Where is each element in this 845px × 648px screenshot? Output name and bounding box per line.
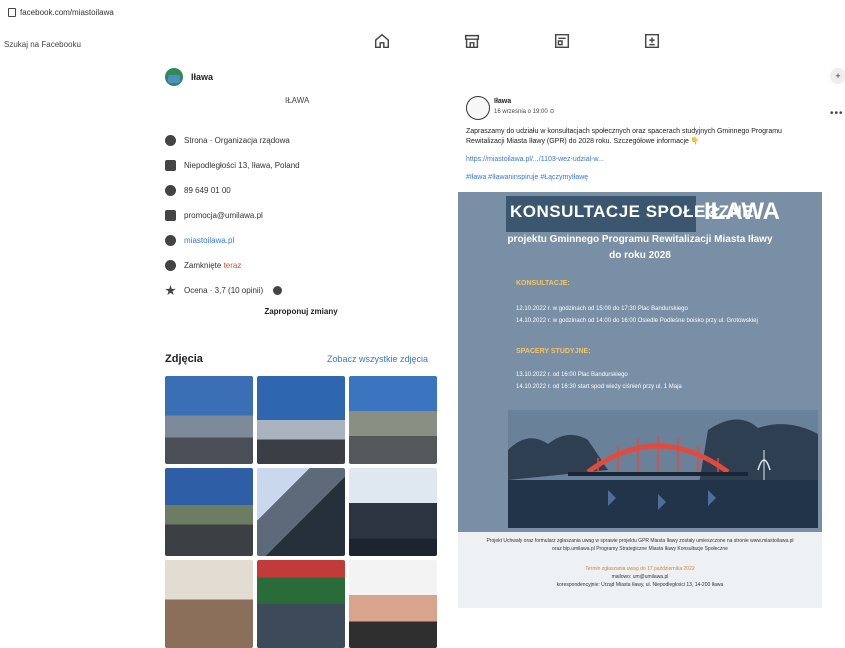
nav-pages[interactable] [552, 32, 572, 50]
nav-home[interactable] [372, 32, 392, 50]
photos-title: Zdjęcia [165, 353, 203, 365]
help-icon[interactable] [273, 286, 283, 295]
phone-icon [165, 185, 176, 196]
globe-icon [165, 235, 176, 246]
post-avatar[interactable] [466, 96, 490, 120]
info-category: Strona · Organizacja rządowa [165, 128, 445, 153]
clock-icon [165, 260, 176, 271]
gaming-icon [644, 33, 660, 49]
nav-marketplace[interactable] [462, 32, 482, 50]
info-icon [165, 135, 176, 146]
poster-line: 12.10.2022 r. w godzinach od 15:00 do 17… [516, 306, 688, 312]
top-nav [372, 32, 662, 50]
info-hours[interactable]: Zamknięte teraz [165, 253, 445, 278]
see-all-photos-link[interactable]: Zobacz wszystkie zdjęcia [327, 354, 428, 364]
poster-city: IŁAWA [704, 198, 780, 225]
poster-contact: korespondencyjnie: Urząd Miasta Iławy, u… [556, 582, 724, 588]
page-subtitle: IŁAWA [285, 96, 310, 105]
poster-line: 14.10.2022 r. od 16:30 start spod wieży … [516, 384, 682, 390]
page-name[interactable]: Iława [191, 72, 213, 82]
suggest-edits-button[interactable]: Zaproponuj zmiany [165, 300, 437, 324]
photo-grid [165, 376, 437, 648]
marketplace-icon [464, 34, 480, 49]
poster-footer: Projekt Uchwały oraz formularz zgłaszani… [458, 532, 822, 608]
poster-line: 13.10.2022 r. od 16:00 Plac Bandurskiego [516, 372, 628, 378]
address-bar[interactable]: facebook.com/miastoilawa [8, 8, 114, 17]
home-icon [374, 33, 390, 49]
photo-thumbnail[interactable] [349, 560, 437, 648]
info-address[interactable]: Niepodległości 13, Iława, Poland [165, 153, 445, 178]
url-text: facebook.com/miastoilawa [20, 8, 114, 17]
poster-line: 14.10.2022 r. w godzinach od 14:00 do 16… [516, 318, 758, 324]
plus-icon[interactable]: + [830, 68, 845, 84]
post-hashtags[interactable]: #Iława #Iławaninspiruje #ŁączymyIławę [466, 174, 588, 181]
photo-thumbnail[interactable] [349, 468, 437, 556]
poster-contact: mailowo: um@umilawa.pl [611, 574, 669, 580]
globe-icon: ⊙ [549, 109, 555, 115]
poster-footer-text: oraz bip.umilawa.pl Programy Strategiczn… [552, 546, 728, 552]
lock-icon [8, 8, 16, 17]
info-website[interactable]: miastoilawa.pl [165, 228, 445, 253]
post-date[interactable]: 16 września o 19:00 ⊙ [494, 108, 554, 115]
poster-subtitle: projektu Gminnego Programu Rewitalizacji… [507, 234, 773, 245]
pages-icon [554, 33, 570, 49]
location-icon [165, 160, 176, 171]
search-input[interactable]: Szukaj na Facebooku [4, 40, 81, 49]
photo-thumbnail[interactable] [257, 376, 345, 464]
post-author[interactable]: Iława [494, 98, 511, 105]
poster-section-walks: SPACERY STUDYJNE: [516, 348, 591, 355]
photo-thumbnail[interactable] [257, 560, 345, 648]
photo-thumbnail[interactable] [165, 376, 253, 464]
nav-gaming[interactable] [642, 32, 662, 50]
poster-footer-text: Projekt Uchwały oraz formularz zgłaszani… [486, 538, 794, 544]
post-text: Zapraszamy do udziału w konsultacjach sp… [466, 128, 782, 145]
star-icon [165, 285, 176, 296]
poster-section-consultations: KONSULTACJE: [516, 280, 570, 287]
photo-thumbnail[interactable] [349, 376, 437, 464]
page-logo[interactable] [165, 68, 183, 86]
more-options-icon[interactable]: ••• [830, 108, 844, 119]
post-link[interactable]: https://miastoilawa.pl/.../1103-wez-udzi… [466, 156, 604, 163]
photo-thumbnail[interactable] [257, 468, 345, 556]
poster-illustration [508, 410, 818, 528]
info-email[interactable]: promocja@umilawa.pl [165, 203, 445, 228]
poster-subtitle-year: do roku 2028 [609, 250, 671, 261]
post-image[interactable]: KONSULTACJE SPOŁECZNE IŁAWA projektu Gmi… [458, 192, 822, 608]
email-icon [165, 210, 176, 221]
photo-thumbnail[interactable] [165, 560, 253, 648]
poster-deadline: Termin zgłaszania uwag do 17 październik… [585, 566, 695, 572]
page-info: Strona · Organizacja rządowa Niepodległo… [165, 128, 445, 303]
page-header: Iława [165, 68, 213, 86]
photo-thumbnail[interactable] [165, 468, 253, 556]
info-phone[interactable]: 89 649 01 00 [165, 178, 445, 203]
